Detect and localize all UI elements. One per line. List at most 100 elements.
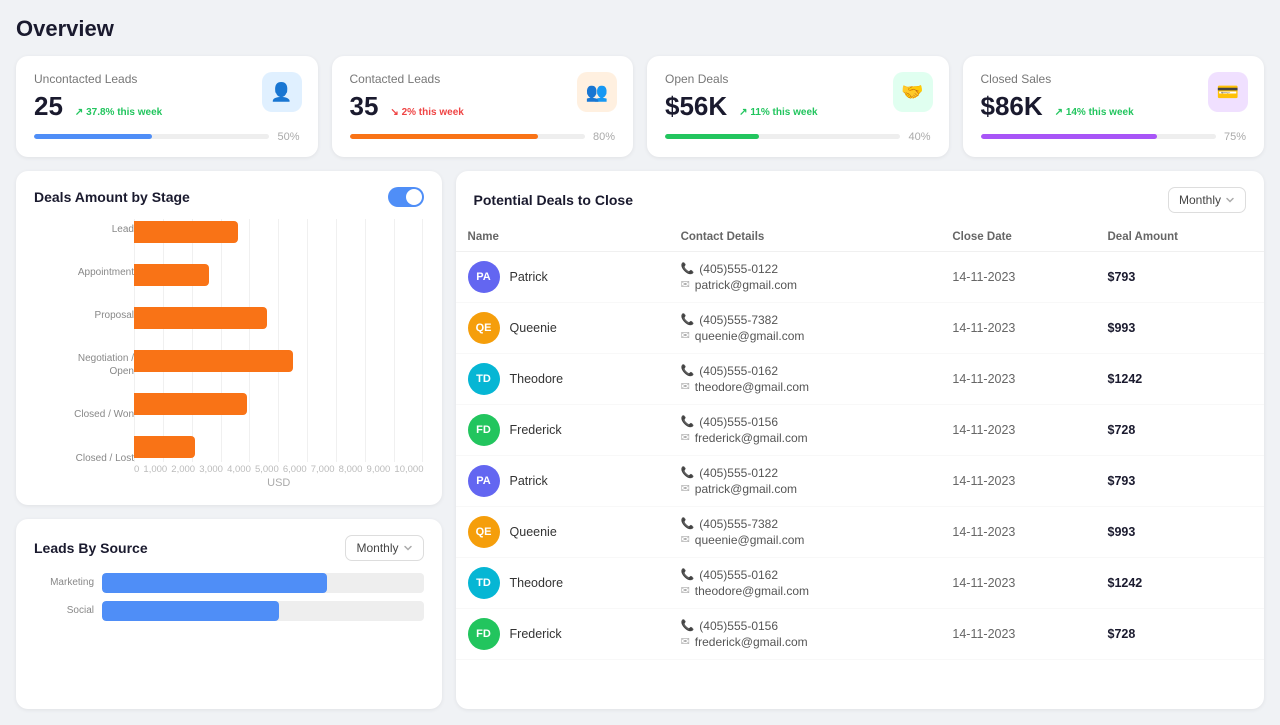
email-icon: ✉ bbox=[681, 635, 690, 648]
contact-cell: 📞 (405)555-7382 ✉ queenie@gmail.com bbox=[681, 313, 929, 343]
avatar: FD bbox=[468, 618, 500, 650]
close-date: 14-11-2023 bbox=[940, 353, 1095, 404]
table-header: Close Date bbox=[940, 223, 1095, 252]
kpi-bar-fill bbox=[665, 134, 759, 139]
kpi-icon: 🤝 bbox=[893, 72, 933, 112]
name-cell: TD Theodore bbox=[468, 363, 657, 395]
avatar: TD bbox=[468, 363, 500, 395]
email-icon: ✉ bbox=[681, 533, 690, 546]
email-icon: ✉ bbox=[681, 584, 690, 597]
deals-stage-panel: Deals Amount by Stage LeadAppointmentPro… bbox=[16, 171, 442, 505]
contact-phone-line: 📞 (405)555-0156 bbox=[681, 619, 929, 633]
contact-email-line: ✉ queenie@gmail.com bbox=[681, 329, 929, 343]
phone-icon: 📞 bbox=[681, 466, 695, 479]
name-cell: FD Frederick bbox=[468, 618, 657, 650]
avatar: QE bbox=[468, 516, 500, 548]
phone-icon: 📞 bbox=[681, 568, 695, 581]
deals-stage-header: Deals Amount by Stage bbox=[34, 187, 424, 207]
kpi-bar-track bbox=[350, 134, 585, 139]
leads-source-dropdown[interactable]: Monthly bbox=[345, 535, 423, 561]
contact-phone: (405)555-0156 bbox=[699, 619, 778, 633]
bar-row bbox=[134, 393, 424, 415]
potential-deals-dropdown-label: Monthly bbox=[1179, 193, 1221, 207]
x-axis-label: 9,000 bbox=[367, 464, 391, 475]
phone-icon: 📞 bbox=[681, 517, 695, 530]
kpi-bar-fill bbox=[981, 134, 1158, 139]
contact-cell: 📞 (405)555-0162 ✉ theodore@gmail.com bbox=[681, 364, 929, 394]
stage-y-label: Appointment bbox=[78, 266, 134, 279]
deal-amount: $728 bbox=[1096, 608, 1265, 659]
deal-amount: $728 bbox=[1096, 404, 1265, 455]
deal-amount: $993 bbox=[1096, 302, 1265, 353]
kpi-value: $86K bbox=[981, 92, 1043, 121]
phone-icon: 📞 bbox=[681, 313, 695, 326]
source-bar-label: Marketing bbox=[34, 577, 94, 588]
potential-deals-dropdown[interactable]: Monthly bbox=[1168, 187, 1246, 213]
contact-phone: (405)555-0122 bbox=[699, 466, 778, 480]
table-header: Deal Amount bbox=[1096, 223, 1265, 252]
kpi-bar-row: 40% bbox=[665, 131, 931, 143]
table-row: QE Queenie 📞 (405)555-7382 ✉ queenie@gma… bbox=[456, 302, 1264, 353]
source-bar-row: Marketing bbox=[34, 573, 424, 593]
contact-cell: 📞 (405)555-0156 ✉ frederick@gmail.com bbox=[681, 415, 929, 445]
kpi-label: Open Deals bbox=[665, 72, 931, 86]
name-cell: FD Frederick bbox=[468, 414, 657, 446]
contact-cell: 📞 (405)555-7382 ✉ queenie@gmail.com bbox=[681, 517, 929, 547]
contact-phone: (405)555-0156 bbox=[699, 415, 778, 429]
stage-y-label: Negotiation /Open bbox=[78, 352, 134, 378]
contact-email: frederick@gmail.com bbox=[695, 431, 808, 445]
table-row: FD Frederick 📞 (405)555-0156 ✉ frederick… bbox=[456, 608, 1264, 659]
deal-amount: $793 bbox=[1096, 455, 1265, 506]
contact-name: Queenie bbox=[510, 525, 557, 539]
x-axis-label: 7,000 bbox=[311, 464, 335, 475]
page-container: Overview Uncontacted Leads 25 ↗ 37.8% th… bbox=[0, 0, 1280, 725]
table-row: FD Frederick 📞 (405)555-0156 ✉ frederick… bbox=[456, 404, 1264, 455]
contact-phone-line: 📞 (405)555-0162 bbox=[681, 568, 929, 582]
contact-email-line: ✉ frederick@gmail.com bbox=[681, 635, 929, 649]
phone-icon: 📞 bbox=[681, 619, 695, 632]
name-cell: QE Queenie bbox=[468, 516, 657, 548]
chevron-down-icon bbox=[403, 543, 413, 553]
deals-stage-toggle[interactable] bbox=[388, 187, 424, 207]
deals-table-scroll[interactable]: NameContact DetailsClose DateDeal Amount… bbox=[456, 223, 1264, 709]
contact-phone-line: 📞 (405)555-0122 bbox=[681, 262, 929, 276]
contact-phone-line: 📞 (405)555-0156 bbox=[681, 415, 929, 429]
bar-row bbox=[134, 307, 424, 329]
contact-cell: 📞 (405)555-0122 ✉ patrick@gmail.com bbox=[681, 262, 929, 292]
contact-phone: (405)555-0122 bbox=[699, 262, 778, 276]
kpi-value: 35 bbox=[350, 92, 379, 121]
kpi-change: ↗ 37.8% this week bbox=[75, 107, 162, 118]
name-cell: TD Theodore bbox=[468, 567, 657, 599]
contact-email-line: ✉ theodore@gmail.com bbox=[681, 380, 929, 394]
potential-deals-title: Potential Deals to Close bbox=[474, 192, 633, 208]
kpi-bar-track bbox=[981, 134, 1216, 139]
leads-source-header: Leads By Source Monthly bbox=[34, 535, 424, 561]
contact-name: Patrick bbox=[510, 474, 548, 488]
table-row: PA Patrick 📞 (405)555-0122 ✉ patrick@gma… bbox=[456, 455, 1264, 506]
avatar: QE bbox=[468, 312, 500, 344]
contact-phone-line: 📞 (405)555-0122 bbox=[681, 466, 929, 480]
kpi-row: Uncontacted Leads 25 ↗ 37.8% this week 5… bbox=[16, 56, 1264, 157]
deals-stage-title: Deals Amount by Stage bbox=[34, 189, 190, 205]
contact-cell: 📞 (405)555-0162 ✉ theodore@gmail.com bbox=[681, 568, 929, 598]
contact-name: Patrick bbox=[510, 270, 548, 284]
x-axis-label: 4,000 bbox=[227, 464, 251, 475]
kpi-bar-pct: 75% bbox=[1224, 131, 1246, 143]
bar-fill bbox=[134, 350, 293, 372]
kpi-bar-pct: 80% bbox=[593, 131, 615, 143]
kpi-bar-fill bbox=[34, 134, 152, 139]
kpi-bar-row: 50% bbox=[34, 131, 300, 143]
x-axis-label: 5,000 bbox=[255, 464, 279, 475]
kpi-bar-row: 80% bbox=[350, 131, 616, 143]
kpi-card-closed-sales: Closed Sales $86K ↗ 14% this week 75% 💳 bbox=[963, 56, 1265, 157]
email-icon: ✉ bbox=[681, 329, 690, 342]
contact-phone-line: 📞 (405)555-7382 bbox=[681, 517, 929, 531]
close-date: 14-11-2023 bbox=[940, 506, 1095, 557]
left-panels: Deals Amount by Stage LeadAppointmentPro… bbox=[16, 171, 442, 709]
contact-name: Theodore bbox=[510, 372, 564, 386]
x-axis-label: 0 bbox=[134, 464, 139, 475]
bar-row bbox=[134, 350, 424, 372]
chevron-down-icon bbox=[1225, 195, 1235, 205]
kpi-label: Contacted Leads bbox=[350, 72, 616, 86]
table-row: TD Theodore 📞 (405)555-0162 ✉ theodore@g… bbox=[456, 353, 1264, 404]
